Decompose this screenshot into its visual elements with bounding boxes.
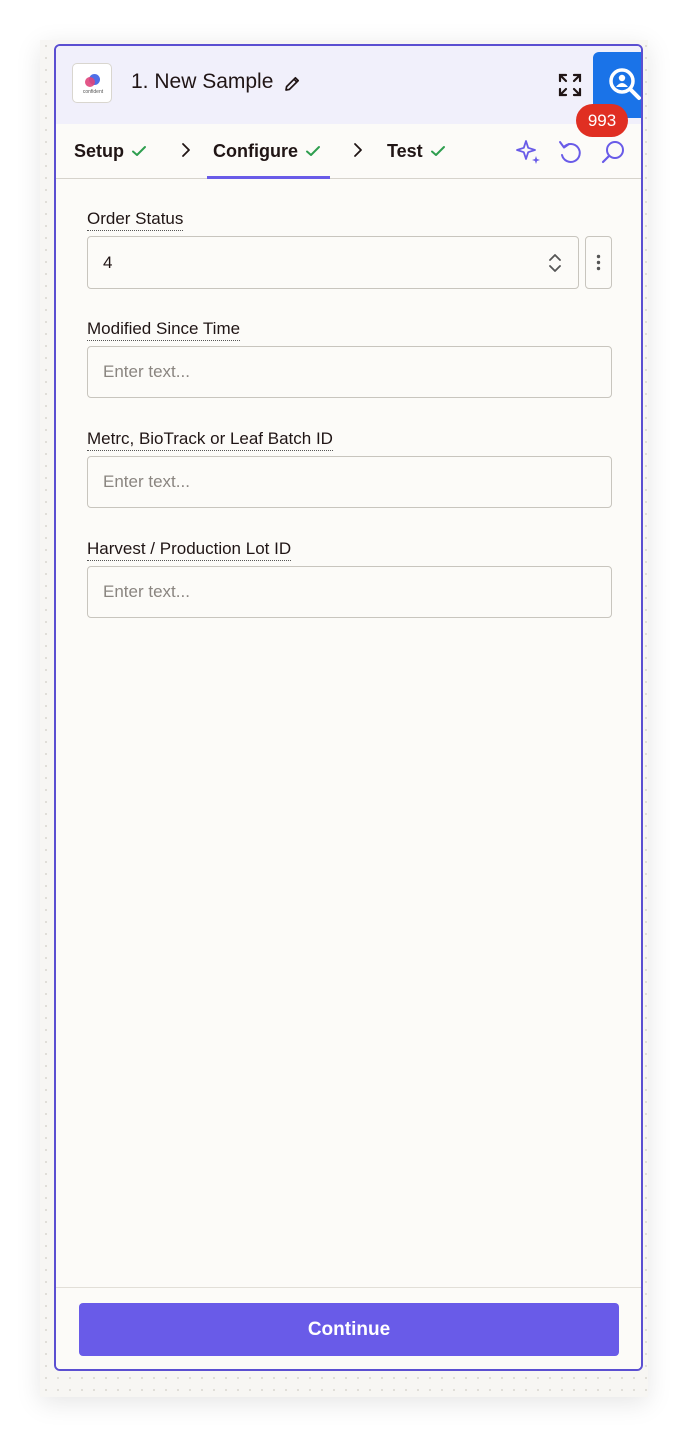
chevron-right-icon — [182, 143, 190, 157]
order-status-select[interactable]: 4 — [87, 236, 579, 289]
app-logo-word: confident — [82, 89, 104, 95]
modified-since-label: Modified Since Time — [87, 319, 241, 341]
sparkle-ai-icon[interactable] — [515, 138, 543, 166]
app-logo: confident — [72, 63, 112, 103]
tab-test[interactable]: Test — [387, 124, 447, 178]
tab-setup-label: Setup — [74, 140, 125, 161]
order-status-value: 4 — [103, 253, 113, 272]
tab-configure-label: Configure — [213, 140, 298, 161]
chevron-up-down-icon — [549, 254, 561, 272]
tab-setup[interactable]: Setup — [74, 124, 148, 178]
panel-footer: Continue — [56, 1287, 641, 1369]
pencil-icon[interactable] — [283, 75, 301, 93]
lot-id-input[interactable]: Enter text... — [87, 566, 612, 618]
check-icon — [132, 146, 147, 156]
step-panel: confident 1. New Sample 993 Setup Config… — [54, 44, 643, 1371]
modified-since-input[interactable]: Enter text... — [87, 346, 612, 398]
undo-icon[interactable] — [557, 138, 583, 166]
batch-id-placeholder: Enter text... — [103, 472, 190, 491]
order-status-label: Order Status — [87, 209, 184, 231]
search-icon[interactable] — [599, 138, 627, 166]
more-vertical-icon — [596, 254, 601, 271]
lot-id-placeholder: Enter text... — [103, 582, 190, 601]
continue-button[interactable]: Continue — [79, 1303, 619, 1356]
search-person-icon — [609, 68, 641, 100]
step-tabs: Setup Configure Test — [56, 124, 641, 179]
tab-test-label: Test — [387, 140, 423, 161]
lot-id-label: Harvest / Production Lot ID — [87, 539, 292, 561]
check-icon — [430, 146, 445, 156]
step-title[interactable]: 1. New Sample — [131, 70, 273, 94]
batch-id-input[interactable]: Enter text... — [87, 456, 612, 508]
field-options-button[interactable] — [585, 236, 612, 289]
tab-configure[interactable]: Configure — [207, 124, 330, 179]
batch-id-label: Metrc, BioTrack or Leaf Batch ID — [87, 429, 333, 451]
check-icon — [306, 146, 320, 156]
panel-header: confident 1. New Sample 993 — [56, 46, 641, 137]
chevron-right-icon — [354, 143, 362, 157]
modified-since-placeholder: Enter text... — [103, 362, 190, 381]
expand-icon[interactable] — [557, 72, 583, 98]
